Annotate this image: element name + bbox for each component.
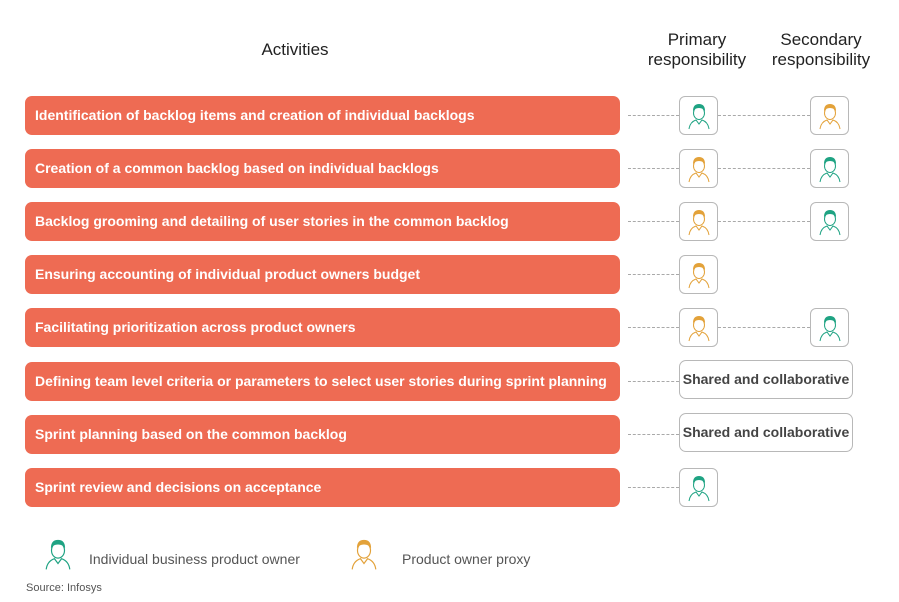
shared-responsibility-box: Shared and collaborative [679, 413, 853, 452]
individual-business-product-owner-icon [45, 537, 71, 571]
primary-responsibility-box [679, 96, 718, 135]
connector-line [718, 221, 810, 222]
legend-label-individual-business-product-owner: Individual business product owner [89, 551, 300, 567]
activity-label: Sprint planning based on the common back… [25, 415, 620, 454]
connector-line [718, 168, 810, 169]
activities-header: Activities [261, 40, 329, 59]
primary-responsibility-header: Primary responsibility [647, 30, 747, 69]
primary-responsibility-box [679, 149, 718, 188]
activity-label: Backlog grooming and detailing of user s… [25, 202, 620, 241]
primary-responsibility-box [679, 308, 718, 347]
secondary-responsibility-box [810, 149, 849, 188]
activity-label: Facilitating prioritization across produ… [25, 308, 620, 347]
shared-responsibility-box: Shared and collaborative [679, 360, 853, 399]
connector-line [628, 221, 679, 222]
connector-line [628, 274, 679, 275]
secondary-responsibility-box [810, 308, 849, 347]
connector-line [628, 434, 679, 435]
connector-line [718, 115, 810, 116]
connector-line [628, 115, 679, 116]
primary-responsibility-box [679, 255, 718, 294]
primary-responsibility-box [679, 202, 718, 241]
activity-row: Sprint planning based on the common back… [25, 415, 621, 454]
secondary-responsibility-box [810, 96, 849, 135]
activity-label: Defining team level criteria or paramete… [25, 362, 620, 401]
activity-label: Ensuring accounting of individual produc… [25, 255, 620, 294]
connector-line [718, 327, 810, 328]
activity-row: Creation of a common backlog based on in… [25, 149, 621, 188]
activity-label: Identification of backlog items and crea… [25, 96, 620, 135]
connector-line [628, 381, 679, 382]
activity-label: Sprint review and decisions on acceptanc… [25, 468, 620, 507]
activity-row: Ensuring accounting of individual produc… [25, 255, 621, 294]
secondary-responsibility-header: Secondary responsibility [771, 30, 871, 69]
source-note: Source: Infosys [26, 582, 102, 594]
activity-label: Creation of a common backlog based on in… [25, 149, 620, 188]
connector-line [628, 327, 679, 328]
primary-responsibility-box [679, 468, 718, 507]
activity-row: Facilitating prioritization across produ… [25, 308, 621, 347]
activity-row: Backlog grooming and detailing of user s… [25, 202, 621, 241]
secondary-responsibility-box [810, 202, 849, 241]
activity-row: Sprint review and decisions on acceptanc… [25, 468, 621, 507]
activity-row: Defining team level criteria or paramete… [25, 362, 621, 401]
product-owner-proxy-icon [351, 537, 377, 571]
legend-label-product-owner-proxy: Product owner proxy [402, 551, 531, 567]
connector-line [628, 168, 679, 169]
activity-row: Identification of backlog items and crea… [25, 96, 621, 135]
connector-line [628, 487, 679, 488]
